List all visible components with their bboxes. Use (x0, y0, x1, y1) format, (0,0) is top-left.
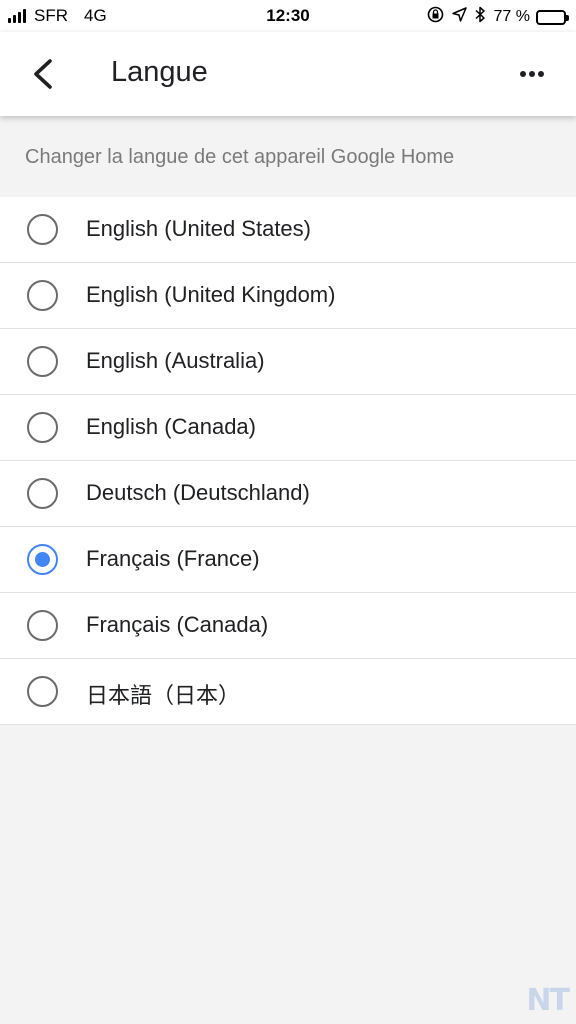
language-option[interactable]: English (United Kingdom) (0, 263, 576, 329)
location-arrow-icon (451, 7, 467, 27)
language-label: English (United States) (86, 216, 311, 241)
radio-button[interactable] (27, 346, 58, 377)
status-right: 77 % (419, 6, 569, 28)
language-label: English (Australia) (86, 348, 265, 373)
radio-button[interactable] (27, 676, 58, 707)
language-option[interactable]: 日本語（日本） (0, 659, 576, 725)
more-options-button[interactable] (510, 60, 554, 88)
language-option[interactable]: English (Canada) (0, 395, 576, 461)
language-option[interactable]: Deutsch (Deutschland) (0, 461, 576, 527)
language-label: English (United Kingdom) (86, 282, 336, 307)
chevron-left-icon (34, 59, 52, 89)
battery-percent: 77 % (493, 8, 530, 25)
radio-button[interactable] (27, 610, 58, 641)
language-label: English (Canada) (86, 414, 256, 439)
language-label: Français (Canada) (86, 612, 269, 637)
battery-icon (536, 9, 569, 25)
watermark-logo: NT (526, 983, 570, 1018)
radio-button-checked[interactable] (27, 544, 58, 575)
subtitle-area: Changer la langue de cet appareil Google… (0, 116, 576, 197)
language-list: English (United States) English (United K… (0, 197, 576, 725)
radio-button[interactable] (27, 412, 58, 443)
bluetooth-icon (475, 6, 486, 28)
radio-button[interactable] (27, 478, 58, 509)
language-label: 日本語（日本） (86, 683, 241, 708)
status-bar: SFR 4G 12:30 77 % (0, 0, 576, 32)
page-subtitle: Changer la langue de cet appareil Google… (25, 146, 455, 168)
app-bar: Langue (0, 32, 576, 116)
rotation-lock-icon (427, 6, 444, 28)
language-option[interactable]: English (Australia) (0, 329, 576, 395)
radio-button[interactable] (27, 280, 58, 311)
language-option[interactable]: Français (Canada) (0, 593, 576, 659)
language-option[interactable]: Français (France) (0, 527, 576, 593)
radio-button[interactable] (27, 214, 58, 245)
page-title: Langue (111, 56, 208, 88)
more-horizontal-icon (520, 71, 544, 77)
language-label: Français (France) (86, 546, 260, 571)
language-label: Deutsch (Deutschland) (86, 480, 310, 505)
language-option[interactable]: English (United States) (0, 197, 576, 263)
back-button[interactable] (26, 52, 62, 96)
